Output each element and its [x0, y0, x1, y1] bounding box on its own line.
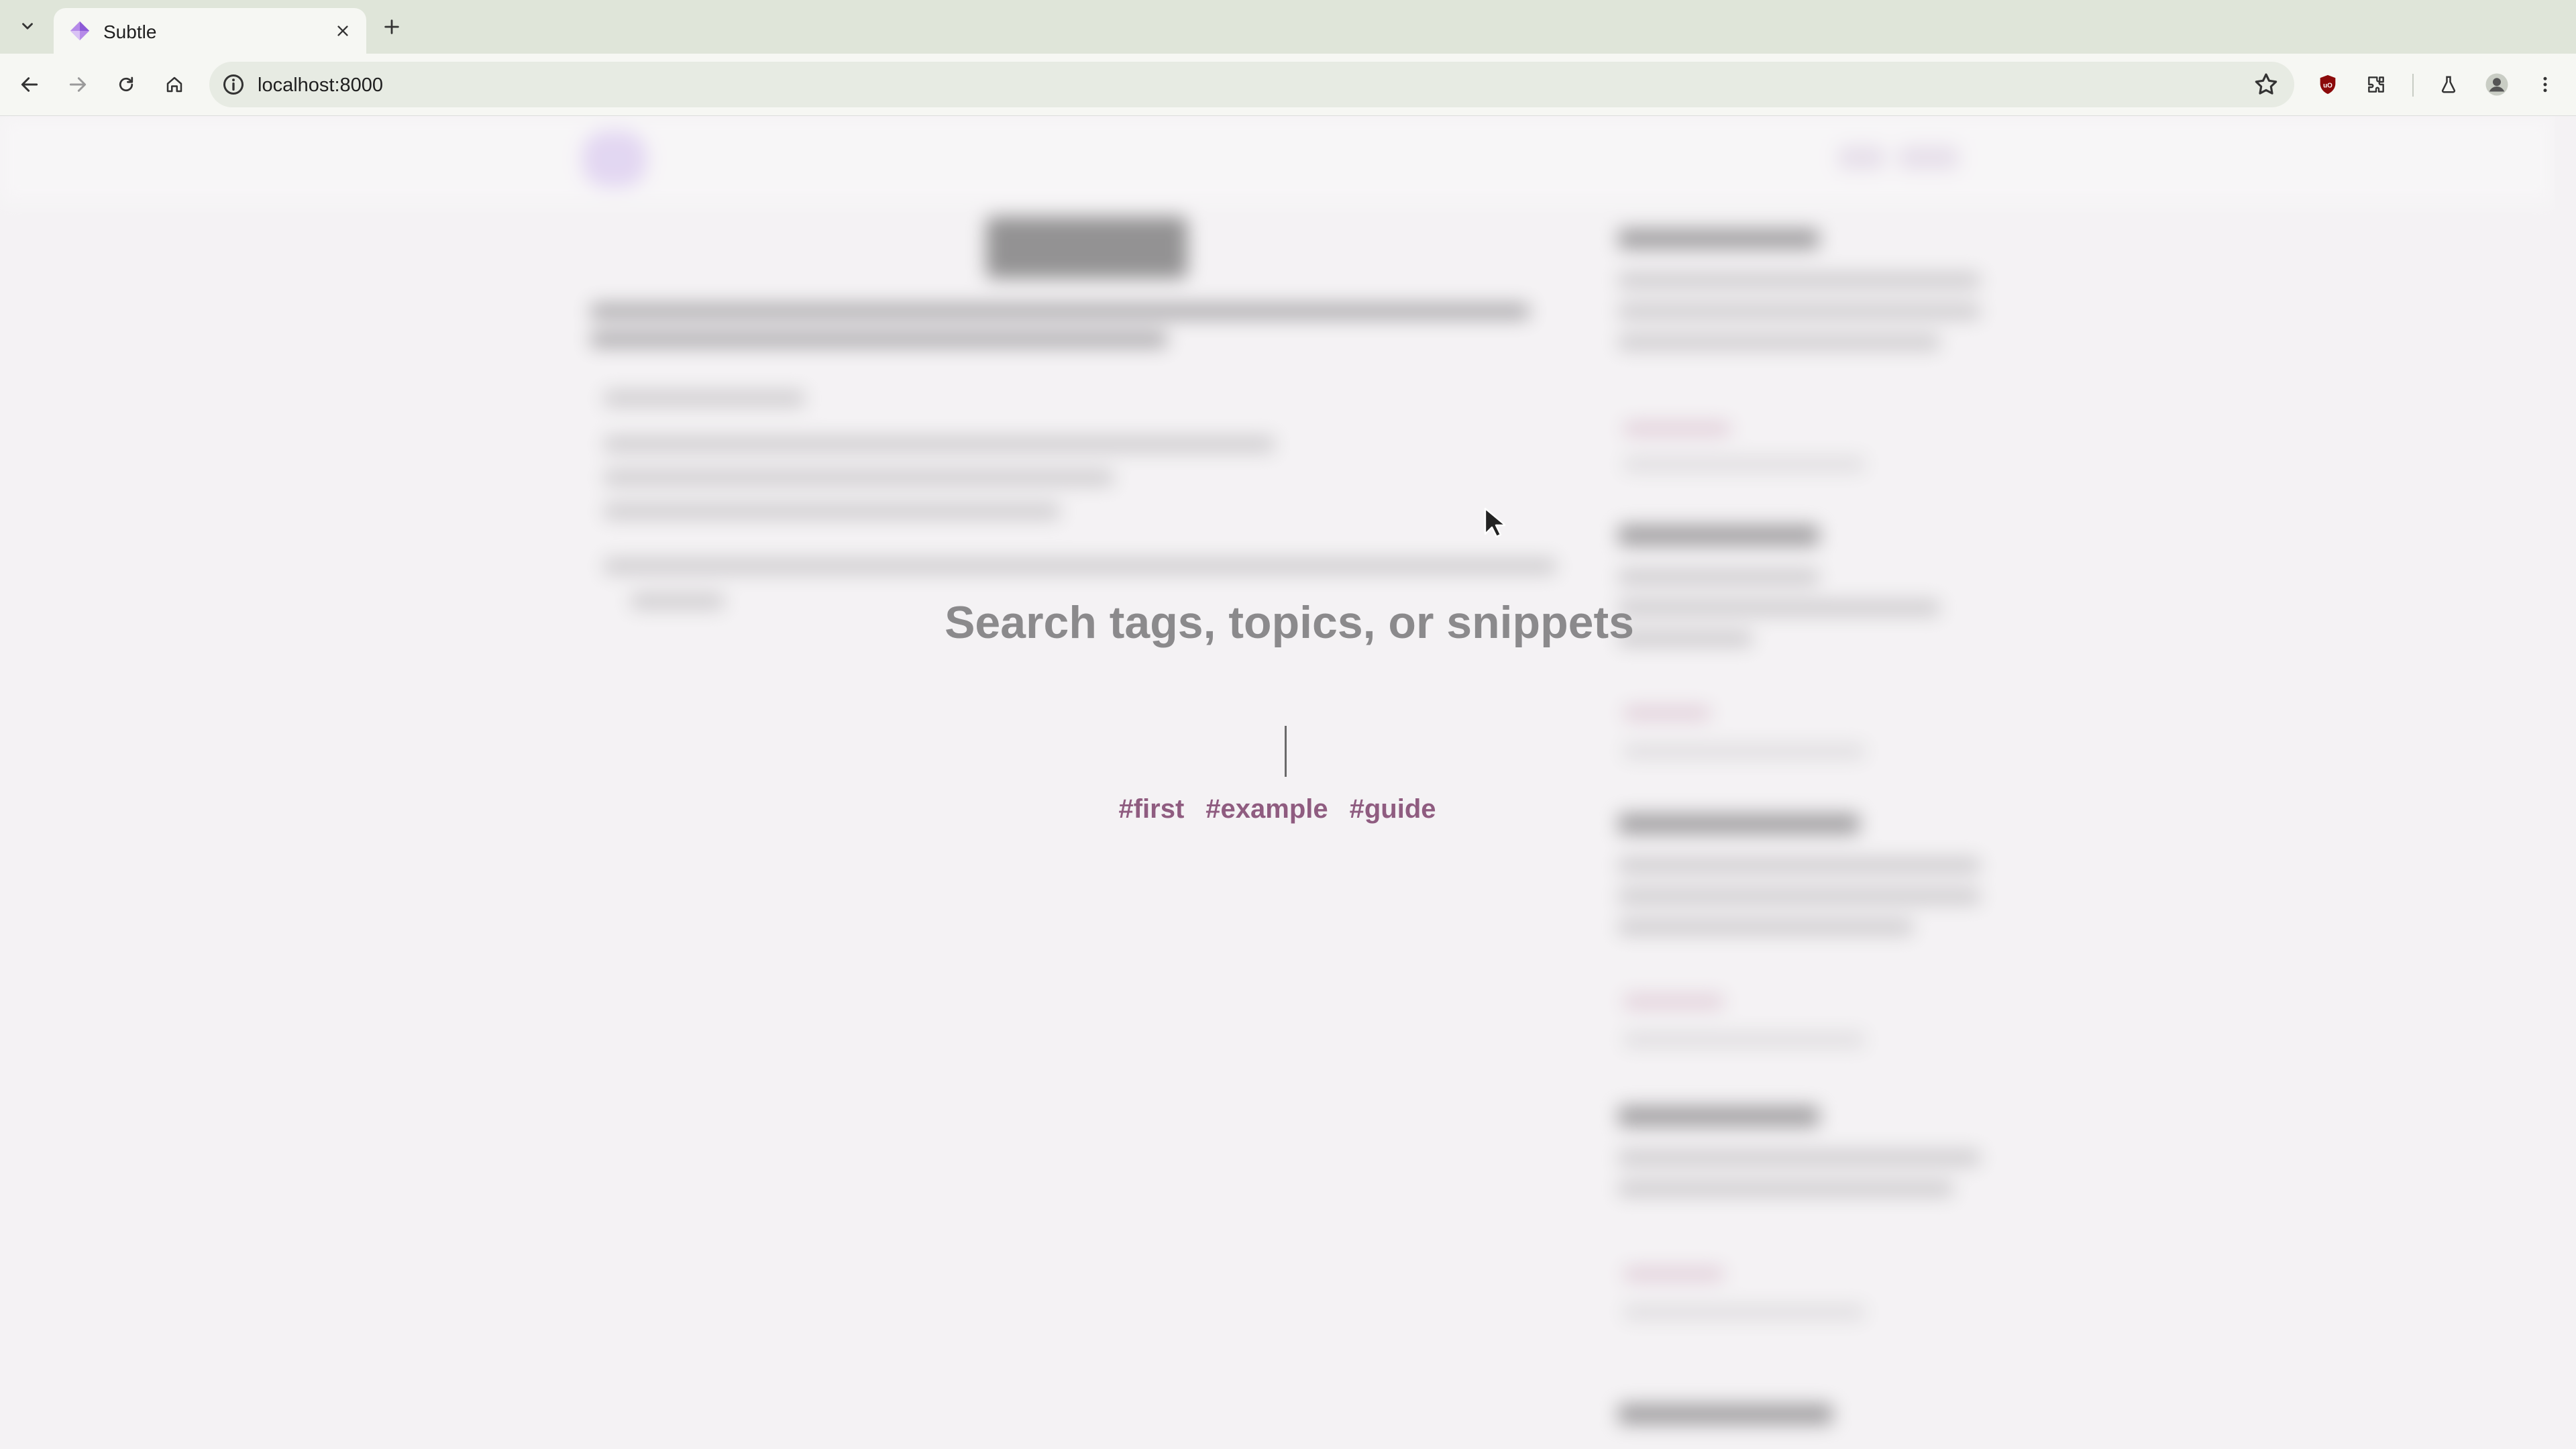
tab-list-button[interactable]	[13, 12, 42, 40]
puzzle-icon	[2368, 76, 2384, 93]
flask-icon	[2441, 76, 2456, 93]
search-overlay[interactable]	[0, 116, 2555, 1449]
star-icon[interactable]	[2253, 71, 2279, 98]
chevron-down-icon	[22, 23, 33, 30]
reload-icon	[119, 76, 133, 92]
search-input[interactable]	[805, 585, 1774, 660]
ublock-extension-button[interactable]: uO	[2312, 68, 2344, 101]
address-bar[interactable]: localhost:8000	[209, 62, 2294, 107]
new-tab-button[interactable]	[377, 12, 407, 42]
forward-button[interactable]	[62, 68, 94, 101]
subtle-diamond-icon	[70, 21, 90, 41]
kebab-menu-icon	[2543, 76, 2547, 93]
home-icon	[166, 76, 182, 93]
page-viewport: #first #example #guide	[0, 116, 2555, 1449]
tab-title: Subtle	[103, 21, 157, 42]
avatar-icon	[2485, 73, 2508, 96]
labs-button[interactable]	[2432, 68, 2465, 101]
tag-example[interactable]: #example	[1205, 794, 1328, 835]
mouse-pointer-icon	[1484, 507, 1505, 538]
toolbar-divider	[2412, 74, 2414, 97]
tag-guide[interactable]: #guide	[1350, 794, 1436, 835]
browser-menu-button[interactable]	[2529, 68, 2561, 101]
browser-tab-active[interactable]: Subtle	[54, 8, 366, 54]
forward-arrow-icon	[69, 77, 87, 92]
browser-toolbar: localhost:8000 uO	[0, 54, 2576, 116]
browser-tab-strip: Subtle	[0, 0, 2576, 54]
tag-first[interactable]: #first	[1118, 794, 1184, 835]
back-button[interactable]	[13, 68, 46, 101]
home-button[interactable]	[158, 68, 191, 101]
info-icon[interactable]	[221, 72, 246, 97]
reload-button[interactable]	[110, 68, 142, 101]
tab-close-button[interactable]	[331, 19, 354, 42]
extensions-button[interactable]	[2360, 68, 2392, 101]
suggested-tags: #first #example #guide	[0, 794, 2555, 835]
profile-button[interactable]	[2481, 68, 2513, 101]
svg-text:uO: uO	[2323, 82, 2332, 89]
page-scrollbar[interactable]	[2555, 116, 2576, 1449]
back-arrow-icon	[21, 77, 38, 92]
close-icon	[337, 25, 348, 36]
plus-icon	[384, 19, 399, 34]
text-caret	[1285, 726, 1287, 777]
url-text[interactable]: localhost:8000	[258, 74, 383, 97]
shield-icon: uO	[2320, 74, 2336, 95]
